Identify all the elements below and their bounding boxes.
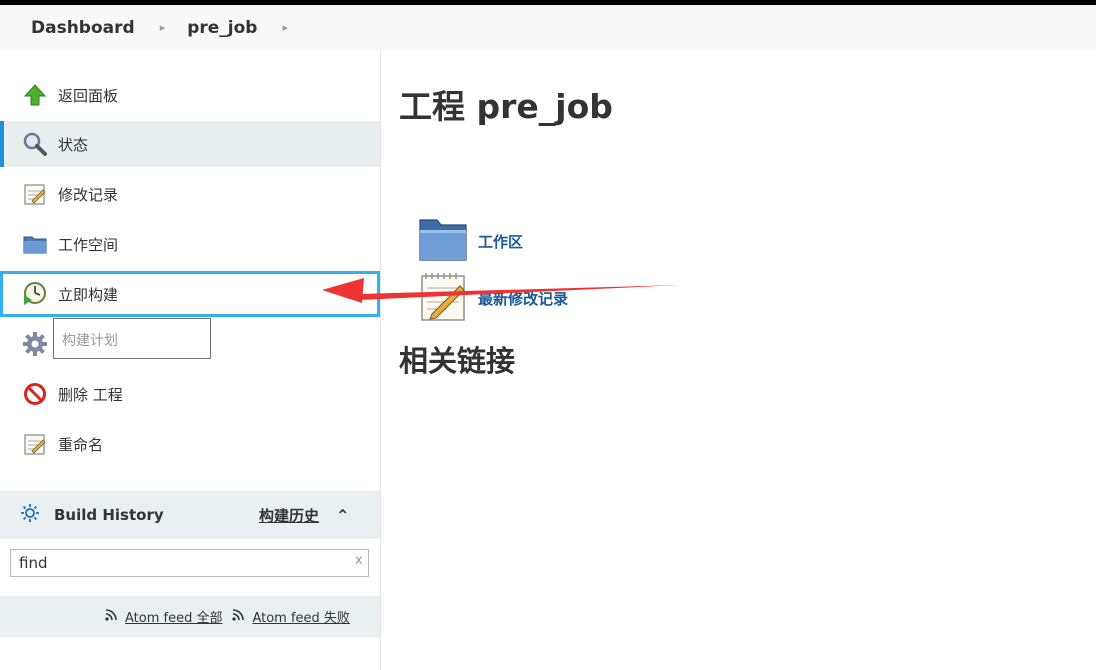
rss-icon: [232, 608, 246, 625]
page-title: 工程 pre_job: [399, 87, 613, 126]
task-rename[interactable]: 重命名: [0, 421, 380, 467]
notepad-icon: [418, 270, 468, 326]
notepad-icon: [22, 181, 48, 207]
task-label: 工作空间: [58, 235, 119, 254]
up-arrow-icon: [22, 82, 48, 108]
clock-play-icon: [22, 281, 48, 307]
task-status[interactable]: 状态: [0, 121, 380, 167]
chevron-right-icon[interactable]: ▸: [160, 21, 166, 34]
task-label: 删除 工程: [58, 385, 123, 404]
atom-feeds: Atom feed 全部 Atom feed 失败: [0, 596, 380, 637]
breadcrumb: Dashboard ▸ pre_job ▸: [0, 5, 1096, 50]
atom-feed-all-link[interactable]: Atom feed 全部: [105, 607, 222, 626]
rss-icon: [105, 608, 119, 625]
task-label: 返回面板: [58, 86, 119, 105]
task-label: 状态: [58, 135, 89, 154]
build-history-title: Build History: [54, 506, 164, 524]
task-back-to-dashboard[interactable]: 返回面板: [0, 72, 380, 118]
breadcrumb-pre-job[interactable]: pre_job: [187, 18, 257, 38]
task-label: 修改记录: [58, 185, 119, 204]
workspace-link-row: 工作区: [418, 216, 523, 266]
clear-icon[interactable]: x: [355, 553, 363, 568]
folder-icon: [22, 231, 48, 257]
build-history-link[interactable]: 构建历史: [259, 505, 319, 526]
task-delete-project[interactable]: 删除 工程: [0, 371, 380, 417]
folder-icon: [418, 216, 468, 266]
tooltip: 构建计划: [53, 318, 211, 359]
chevron-up-icon[interactable]: ⌃: [336, 506, 349, 525]
build-history-icon: [20, 503, 40, 527]
main-panel: 工程 pre_job 工作区 最新修改记录 相关链接: [382, 50, 1096, 670]
feed-label: Atom feed 全部: [125, 611, 223, 626]
recent-changes-link-row: 最新修改记录: [418, 270, 568, 326]
recent-changes-link[interactable]: 最新修改记录: [478, 288, 568, 309]
atom-feed-failed-link[interactable]: Atom feed 失败: [232, 607, 350, 626]
task-build-now[interactable]: 立即构建: [0, 271, 380, 317]
chevron-right-icon[interactable]: ▸: [282, 21, 288, 34]
gear-icon: [22, 331, 48, 357]
task-label: 立即构建: [58, 285, 119, 304]
build-history-header: Build History 构建历史 ⌃: [0, 491, 380, 539]
sidebar: 返回面板 状态 修改记录 工作空间 立即构建 配置 删除 工程: [0, 50, 381, 670]
task-label: 重命名: [58, 435, 104, 454]
task-workspace[interactable]: 工作空间: [0, 221, 380, 267]
workspace-link[interactable]: 工作区: [478, 231, 523, 252]
no-entry-icon: [22, 381, 48, 407]
related-links-title: 相关链接: [399, 344, 516, 378]
breadcrumb-dashboard[interactable]: Dashboard: [31, 18, 135, 38]
find-input[interactable]: [10, 549, 369, 577]
feed-label: Atom feed 失败: [252, 611, 350, 626]
task-changes[interactable]: 修改记录: [0, 171, 380, 217]
notepad-icon: [22, 431, 48, 457]
magnifier-icon: [22, 131, 48, 157]
